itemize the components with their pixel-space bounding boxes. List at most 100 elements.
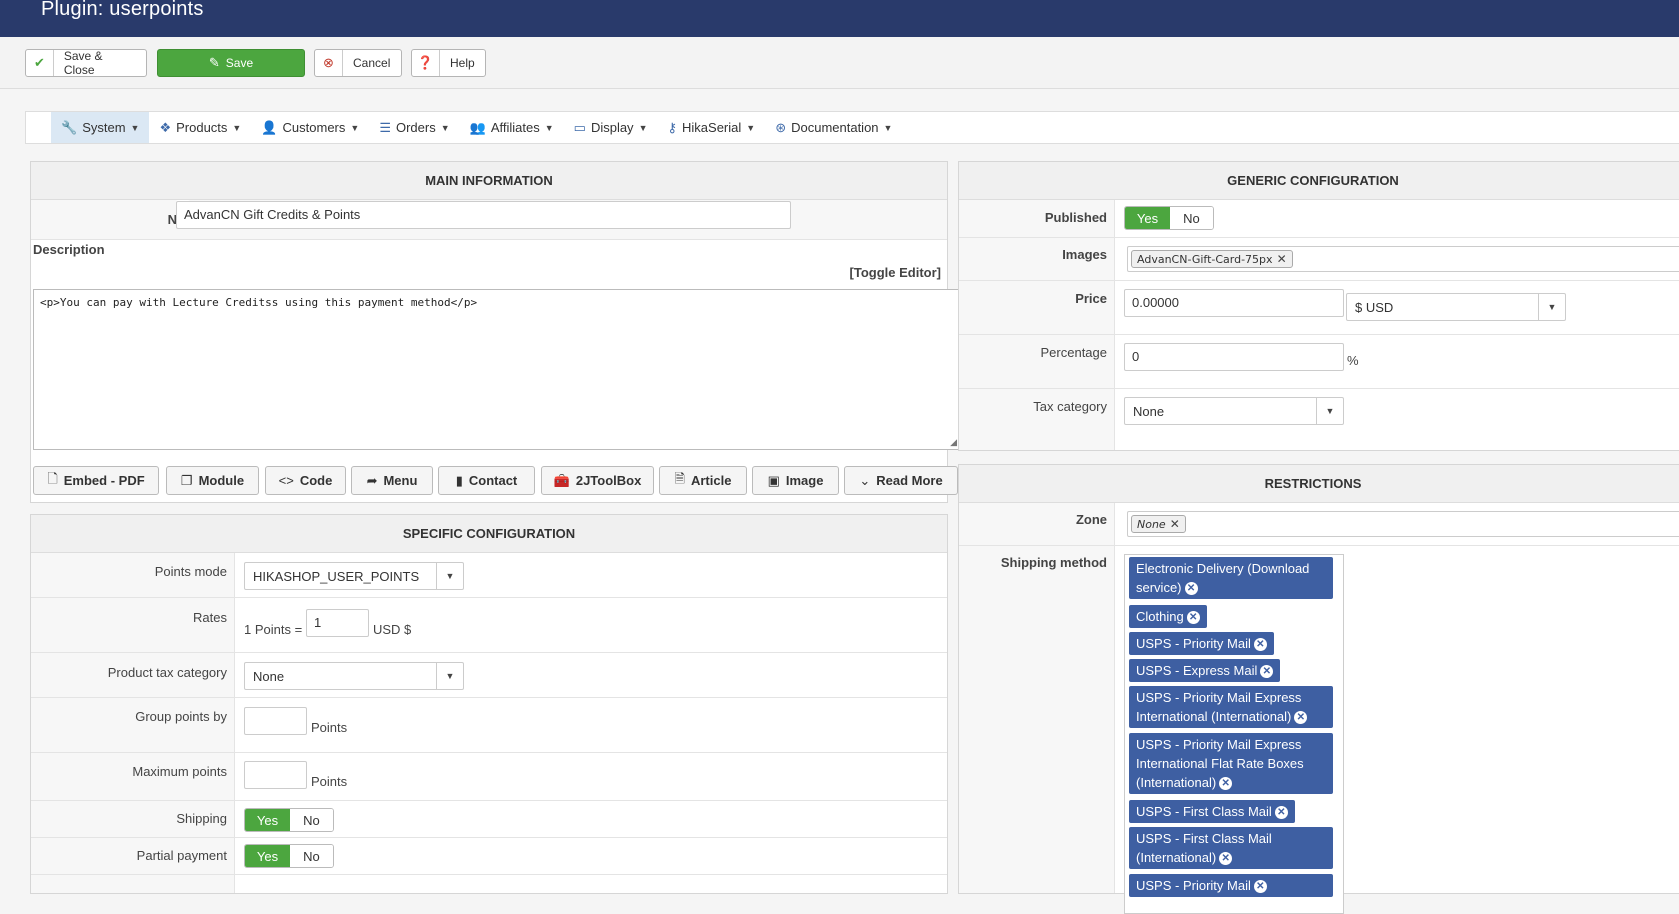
help-button[interactable]: ❓ Help [411, 49, 486, 77]
group-points-input[interactable] [244, 707, 307, 735]
product-tax-row: Product tax category None ▼ [31, 653, 947, 698]
save-close-button[interactable]: ✔ Save & Close [25, 49, 147, 77]
main-information-panel: MAIN INFORMATION Name AdvanCN Gift Credi… [30, 161, 959, 503]
shipping-no[interactable]: No [289, 809, 333, 831]
2jtoolbox-button[interactable]: 🧰 2JToolBox [541, 466, 654, 495]
rates-input[interactable]: 1 [306, 609, 369, 637]
copy-icon: ❐ [180, 472, 193, 488]
shipping-tag: USPS - Priority Mail ✕ [1129, 632, 1274, 655]
main-information-title: MAIN INFORMATION [31, 162, 947, 200]
max-points-input[interactable] [244, 761, 307, 789]
percent-sign: % [1347, 353, 1359, 368]
address-book-icon: ▮ [455, 472, 463, 488]
users-icon: 👥 [469, 119, 486, 135]
shipping-tag: USPS - Express Mail ✕ [1129, 659, 1281, 682]
caret-down-icon: ▼ [130, 122, 140, 133]
toolbox-icon: 🧰 [553, 472, 570, 488]
shipping-toggle[interactable]: Yes No [244, 808, 334, 832]
published-yes[interactable]: Yes [1125, 207, 1170, 229]
embed-pdf-button[interactable]: 🗋 Embed - PDF [33, 466, 159, 495]
points-mode-select[interactable]: HIKASHOP_USER_POINTS ▼ [244, 562, 464, 590]
menu-products[interactable]: ❖ Products ▼ [149, 112, 251, 143]
cubes-icon: ❖ [159, 119, 172, 135]
remove-icon[interactable]: ✕ [1184, 582, 1198, 595]
edit-icon: ✎ [208, 55, 220, 70]
specific-configuration-panel: SPECIFIC CONFIGURATION Points mode HIKAS… [30, 514, 948, 894]
published-no[interactable]: No [1169, 207, 1213, 229]
image-chip: AdvanCN-Gift-Card-75px ✕ [1131, 250, 1293, 268]
toggle-editor-link[interactable]: [Toggle Editor] [850, 265, 941, 280]
partial-payment-toggle[interactable]: Yes No [244, 844, 334, 868]
caret-down-icon: ▼ [1538, 294, 1565, 320]
images-row: Images AdvanCN-Gift-Card-75px ✕ [959, 238, 1679, 281]
currency-select[interactable]: $ USD ▼ [1346, 293, 1566, 321]
max-points-label: Maximum points [132, 764, 227, 779]
zone-field[interactable] [1127, 511, 1679, 537]
cancel-button[interactable]: ⊗ Cancel [314, 49, 402, 77]
group-points-suffix: Points [311, 720, 348, 735]
price-input[interactable]: 0.00000 [1124, 289, 1344, 317]
group-points-row: Group points by Points [31, 698, 947, 753]
title-bar: Plugin: userpoints [0, 0, 1679, 37]
published-toggle[interactable]: Yes No [1124, 206, 1214, 230]
menu-button[interactable]: ➦ Menu [351, 466, 433, 495]
tax-category-select[interactable]: None ▼ [1124, 397, 1344, 425]
shipping-tag: USPS - First Class Mail (International) ✕ [1129, 827, 1333, 869]
percentage-label: Percentage [1040, 345, 1108, 360]
menu-orders[interactable]: ☰ Orders ▼ [369, 112, 459, 143]
partial-yes[interactable]: Yes [245, 845, 290, 867]
chevron-down-icon: ⌄ [859, 472, 871, 488]
menu-documentation[interactable]: ⊛ Documentation ▼ [765, 112, 902, 143]
remove-icon[interactable]: ✕ [1186, 611, 1200, 624]
contact-button[interactable]: ▮ Contact [438, 466, 535, 495]
remove-icon[interactable]: ✕ [1170, 517, 1180, 531]
rates-label: Rates [193, 610, 227, 625]
shipping-yes[interactable]: Yes [245, 809, 290, 831]
name-input[interactable]: AdvanCN Gift Credits & Points [176, 201, 791, 229]
code-button[interactable]: <> Code [265, 466, 346, 495]
help-icon: ❓ [412, 50, 440, 76]
product-tax-label: Product tax category [107, 665, 227, 680]
lifebuoy-icon: ⊛ [775, 119, 787, 135]
shipping-tag: USPS - Priority Mail Express Internation… [1129, 733, 1333, 794]
remove-icon[interactable]: ✕ [1219, 777, 1233, 790]
product-tax-select[interactable]: None ▼ [244, 662, 464, 690]
tax-category-label: Tax category [1033, 399, 1107, 414]
remove-icon[interactable]: ✕ [1260, 665, 1274, 678]
remove-icon[interactable]: ✕ [1274, 806, 1288, 819]
module-button[interactable]: ❐ Module [166, 466, 259, 495]
description-editor[interactable]: <p>You can pay with Lecture Creditss usi… [33, 289, 959, 450]
remove-icon[interactable]: ✕ [1277, 252, 1287, 266]
max-points-row: Maximum points Points [31, 753, 947, 801]
shipping-method-field[interactable]: Electronic Delivery (Download service) ✕ … [1124, 554, 1344, 914]
article-button[interactable]: 🗎 Article [659, 466, 747, 495]
menu-customers[interactable]: 👤 Customers ▼ [251, 112, 369, 143]
menu-hikaserial[interactable]: ⚷ HikaSerial ▼ [657, 112, 765, 143]
caret-down-icon: ▼ [638, 122, 648, 133]
zone-label: Zone [1075, 512, 1107, 527]
read-more-button[interactable]: ⌄ Read More [844, 466, 958, 495]
key-icon: ⚷ [667, 119, 678, 135]
price-label: Price [1075, 291, 1107, 306]
caret-down-icon: ▼ [436, 663, 463, 689]
points-mode-label: Points mode [154, 564, 227, 579]
save-button[interactable]: ✎ Save [157, 49, 305, 77]
image-icon: ▣ [767, 472, 780, 488]
partial-no[interactable]: No [289, 845, 333, 867]
remove-icon[interactable]: ✕ [1253, 638, 1267, 651]
resize-handle-icon[interactable]: ◢ [950, 437, 957, 448]
menu-affiliates[interactable]: 👥 Affiliates ▼ [460, 112, 564, 143]
image-button[interactable]: ▣ Image [752, 466, 839, 495]
menu-system[interactable]: 🔧 System ▼ [51, 112, 150, 143]
percentage-input[interactable]: 0 [1124, 343, 1344, 371]
remove-icon[interactable]: ✕ [1219, 852, 1233, 865]
caret-down-icon: ▼ [232, 122, 242, 133]
shipping-label: Shipping [176, 811, 227, 826]
user-icon: 👤 [261, 119, 278, 135]
remove-icon[interactable]: ✕ [1294, 711, 1308, 724]
caret-down-icon: ▼ [746, 122, 756, 133]
description-label: Description [33, 242, 105, 257]
menu-display[interactable]: ▭ Display ▼ [564, 112, 658, 143]
tax-category-row: Tax category None ▼ [959, 389, 1679, 451]
published-row: Published Yes No [959, 200, 1679, 238]
